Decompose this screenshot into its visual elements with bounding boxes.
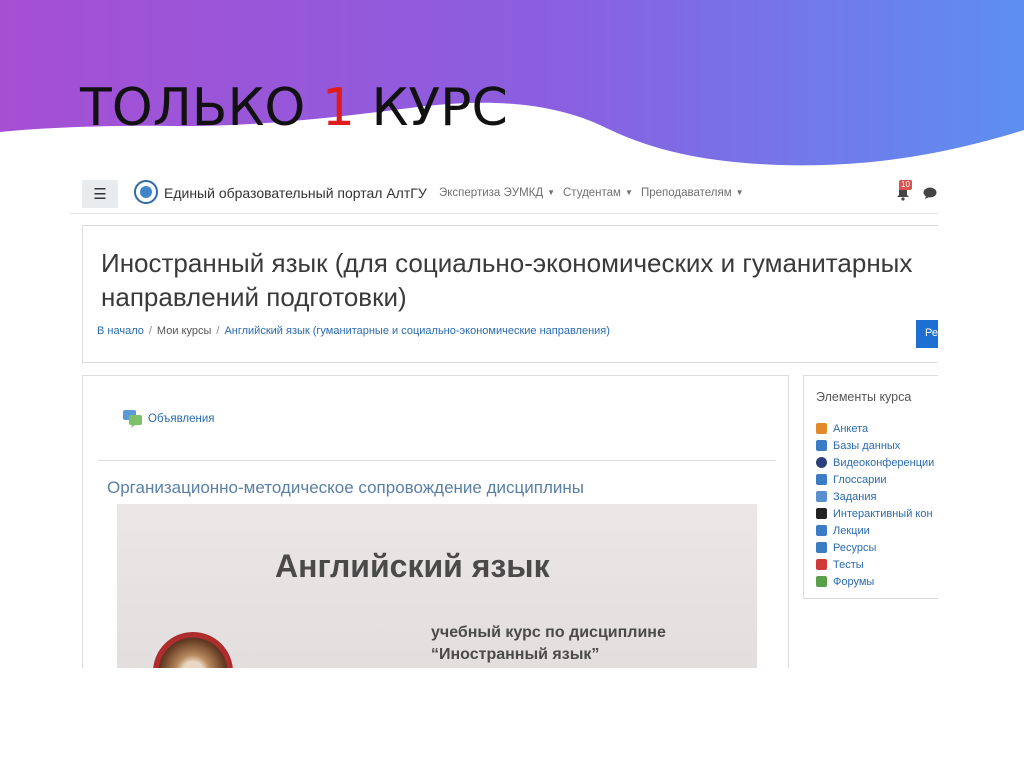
university-logo-icon[interactable] [134,180,158,204]
activity-label: Анкета [833,422,869,435]
portal-brand-link[interactable]: Единый образовательный портал АлтГУ [164,185,427,201]
breadcrumb-separator: / [148,325,152,337]
breadcrumb: В начало / Мои курсы / Английский язык (гума… [97,325,610,337]
nav-item-students[interactable]: Студентам ▼ [563,187,633,199]
nav-item-label: Студентам [563,187,621,199]
course-title: Иностранный язык (для социально-экономич… [101,248,913,312]
forum-icon [123,410,142,428]
breadcrumb-my-courses[interactable]: Мои курсы [157,325,211,337]
coffee-cup-image [153,632,233,668]
activity-forum[interactable]: Форумы [816,573,934,590]
nav-item-expertise[interactable]: Экспертиза ЭУМКД ▼ [439,187,555,199]
quiz-icon [816,559,827,570]
course-header: Иностранный язык (для социально-экономич… [82,225,938,363]
caret-down-icon: ▼ [735,188,744,198]
activity-survey[interactable]: Анкета [816,420,934,437]
banner-subtitle-discipline: “Иностранный язык” [431,646,600,663]
activity-quiz[interactable]: Тесты [816,556,934,573]
banner-title: Английский язык [275,548,550,584]
nav-item-label: Экспертиза ЭУМКД [439,187,544,199]
activity-label: Видеоконференции [833,456,935,469]
activity-database[interactable]: Базы данных [816,437,934,454]
messages-icon[interactable] [923,187,937,199]
top-navbar: ☰ Единый образовательный портал АлтГУ Эк… [70,172,938,214]
activity-list: Анкета Базы данных Видеоконференции Глоссар… [816,420,934,590]
block-title: Элементы курса [816,390,912,404]
banner-subtitle: учебный курс по дисциплине [431,624,666,641]
resource-icon [816,542,827,553]
activity-label: Ресурсы [833,541,877,554]
course-content: Объявления Организационно-методическое с… [82,375,789,668]
activity-lesson[interactable]: Лекции [816,522,934,539]
slide-title-pre: ТОЛЬКО [80,78,322,138]
caret-down-icon: ▼ [547,188,556,198]
activity-label: Базы данных [833,439,901,452]
breadcrumb-current-course[interactable]: Английский язык (гуманитарные и социальн… [224,325,609,337]
activity-label: Глоссарии [833,473,887,486]
video-conference-icon [816,457,827,468]
nav-item-teachers[interactable]: Преподавателям ▼ [641,187,744,199]
slide-title: ТОЛЬКО 1 КУРС [80,78,508,138]
edit-mode-button[interactable]: Ре [916,320,938,348]
activity-label: Форумы [833,575,875,588]
slide-title-post: КУРС [354,78,508,138]
menu-toggle-button[interactable]: ☰ [82,180,118,208]
section-divider [98,460,776,461]
interactive-content-icon [816,508,827,519]
nav-item-label: Преподавателям [641,187,732,199]
breadcrumb-home[interactable]: В начало [97,325,144,337]
activity-label: Интерактивный кон [833,507,933,520]
activity-label: Задания [833,490,877,503]
activity-video-conference[interactable]: Видеоконференции [816,454,934,471]
slide-title-accent: 1 [321,78,355,138]
activity-label: Тесты [833,558,864,571]
activity-resource[interactable]: Ресурсы [816,539,934,556]
forum-icon [816,576,827,587]
hamburger-icon: ☰ [93,186,107,203]
breadcrumb-separator: / [216,325,220,337]
assignment-icon [816,491,827,502]
portal-screenshot: ☰ Единый образовательный портал АлтГУ Эк… [70,172,938,668]
announcements-link[interactable]: Объявления [123,410,215,428]
lesson-icon [816,525,827,536]
activity-label: Лекции [833,524,870,537]
notification-count-badge: 10 [899,180,912,190]
database-icon [816,440,827,451]
glossary-icon [816,474,827,485]
survey-icon [816,423,827,434]
section-title[interactable]: Организационно-методическое сопровождени… [107,478,584,498]
activity-assignment[interactable]: Задания [816,488,934,505]
activity-interactive-content[interactable]: Интерактивный кон [816,505,934,522]
course-elements-block: Элементы курса Анкета Базы данных Видеокон… [803,375,938,599]
announcements-label: Объявления [148,413,215,425]
caret-down-icon: ▼ [624,188,633,198]
course-banner-image: Английский язык учебный курс по дисципли… [117,504,757,668]
activity-glossary[interactable]: Глоссарии [816,471,934,488]
